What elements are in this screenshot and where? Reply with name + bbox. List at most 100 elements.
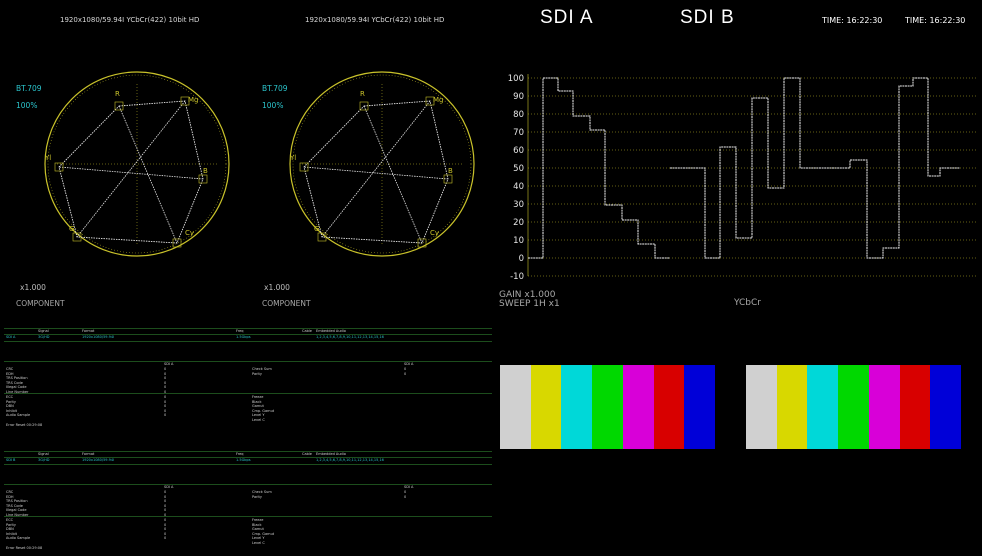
panel-left-value2: 0 bbox=[164, 395, 167, 399]
panel-rule bbox=[4, 464, 492, 465]
vector-label-yl: Yl bbox=[289, 154, 296, 162]
panel-freq: 1.5Gbps bbox=[236, 335, 251, 339]
vector-label-b: B bbox=[203, 167, 208, 175]
panel-right-item: Parity bbox=[252, 371, 262, 376]
panel-audio: 1,2,3,4,5,6,7,8,9,10,11,12,13,14,15,16 bbox=[316, 335, 384, 339]
panel-left-value2: 0 bbox=[164, 404, 167, 408]
waveform-scale-label: 20 bbox=[513, 218, 524, 228]
panel-right-value: 0 bbox=[404, 490, 407, 494]
panel-left-item: Illegal Code bbox=[6, 508, 27, 512]
panel-right-item: Check Sum bbox=[252, 490, 272, 494]
panel-left-item: TRS Position bbox=[6, 499, 28, 503]
panel-left-item: TRS Position bbox=[6, 376, 28, 380]
vector-label-g: G bbox=[314, 225, 319, 233]
format-label-left: 1920x1080/59.94I YCbCr(422) 10bit HD bbox=[60, 16, 200, 24]
vector-label-yl: Yl bbox=[44, 154, 51, 162]
waveform-scale-label: 80 bbox=[513, 110, 524, 120]
panel-col-title: SDI A bbox=[164, 485, 174, 489]
panel-left-value: 0 bbox=[164, 371, 167, 376]
sdi-a-title: SDI A bbox=[540, 7, 594, 28]
panel-right-item2: Black bbox=[252, 399, 262, 404]
panel-left-value2: 0 bbox=[164, 527, 167, 531]
waveform-scale-label: 50 bbox=[513, 164, 524, 174]
panel-left-value: 0 bbox=[164, 499, 167, 503]
panel-header-cell: Freq bbox=[236, 452, 244, 456]
panel-rule bbox=[4, 484, 492, 485]
vector-label-cy: Cy bbox=[430, 229, 439, 237]
waveform-display: 1009080706050403020100-10 bbox=[508, 74, 978, 282]
panel-rule bbox=[4, 328, 492, 329]
colorbar-4 bbox=[622, 365, 654, 449]
vector-label-g: G bbox=[69, 225, 74, 233]
panel-left-value: 0 bbox=[164, 385, 167, 389]
panel-right-item2: Black bbox=[252, 522, 262, 527]
waveform-scale-label: 0 bbox=[519, 254, 524, 264]
panel-left-item2: ECC bbox=[6, 395, 14, 399]
panel-col-title: SDI A bbox=[404, 362, 414, 366]
vector-label-mg: Mg bbox=[188, 96, 198, 104]
panel-left-item2: Audio Sample bbox=[6, 413, 31, 417]
panel-left-item2: DBN bbox=[6, 404, 14, 408]
panel-left-value2: 0 bbox=[164, 536, 167, 540]
panel-left-item: EDH bbox=[6, 494, 14, 499]
panel-rule bbox=[4, 361, 492, 362]
colorbar-6 bbox=[930, 365, 962, 449]
panel-right-item2: Freeze bbox=[252, 518, 264, 522]
panel-format: 1920x1080/59.94I bbox=[82, 335, 115, 339]
vectorscope-2-percent: 100% bbox=[262, 101, 284, 110]
waveform-scale-label: 100 bbox=[508, 74, 524, 84]
vectorscope-2-mode: COMPONENT bbox=[262, 299, 311, 308]
panel-left-value: 0 bbox=[164, 367, 167, 371]
panel-header-cell: Signal bbox=[38, 329, 49, 333]
panel-left-value: 0 bbox=[164, 494, 167, 499]
time-b: TIME: 16:22:30 bbox=[905, 16, 966, 25]
panel-header-cell: Embedded Audio bbox=[316, 329, 346, 333]
panel-left-value: 0 bbox=[164, 380, 167, 385]
colorbars-sdi-b bbox=[746, 365, 962, 449]
panel-rule bbox=[4, 451, 492, 452]
status-panel-sdi-b: Signal Format Freq Cable Embedded Audio SDI B… bbox=[4, 447, 494, 555]
panel-header-cell: Cable bbox=[302, 329, 312, 333]
colorbar-1 bbox=[530, 365, 562, 449]
waveform-colorspace: YCbCr bbox=[734, 298, 761, 308]
colorbar-5 bbox=[653, 365, 685, 449]
panel-left-value2: 0 bbox=[164, 413, 167, 417]
colorbar-4 bbox=[868, 365, 900, 449]
panel-footer: Error Reset 00:29:08 bbox=[6, 423, 43, 427]
panel-left-value: 0 bbox=[164, 503, 167, 508]
panel-left-item: TRS Code bbox=[6, 503, 23, 508]
panel-left-value2: 0 bbox=[164, 518, 167, 522]
panel-left-value: 0 bbox=[164, 490, 167, 494]
panel-rule bbox=[4, 341, 492, 342]
waveform-scale-label: 60 bbox=[513, 146, 524, 156]
colorbar-3 bbox=[838, 365, 869, 449]
panel-left-item2: DBN bbox=[6, 527, 14, 531]
panel-right-item: Check Sum bbox=[252, 367, 272, 371]
vectorscope-2-gain: x1.000 bbox=[264, 283, 290, 292]
panel-right-item2: Freeze bbox=[252, 395, 264, 399]
colorbars-sdi-a bbox=[500, 365, 716, 449]
vector-label-cy: Cy bbox=[185, 229, 194, 237]
panel-header-cell: Cable bbox=[302, 452, 312, 456]
panel-left-item2: Parity bbox=[6, 399, 16, 404]
panel-right-item2: Gamut bbox=[252, 404, 264, 408]
panel-left-item: TRS Code bbox=[6, 380, 23, 385]
panel-left-value: 0 bbox=[164, 376, 167, 380]
panel-left-value: 0 bbox=[164, 508, 167, 512]
vector-label-b: B bbox=[448, 167, 453, 175]
vector-label-mg: Mg bbox=[433, 96, 443, 104]
colorbar-2 bbox=[807, 365, 839, 449]
panel-left-value2: 0 bbox=[164, 522, 167, 527]
panel-signal: SDI A bbox=[6, 335, 16, 339]
panel-signal-type: 3G/HD bbox=[38, 335, 50, 339]
panel-left-item: CRC bbox=[6, 490, 14, 494]
panel-rule bbox=[4, 393, 492, 394]
colorbar-2 bbox=[561, 365, 593, 449]
waveform-scale-label: 30 bbox=[513, 200, 524, 210]
panel-left-item2: ECC bbox=[6, 518, 14, 522]
colorbar-1 bbox=[776, 365, 808, 449]
panel-col-title: SDI A bbox=[164, 362, 174, 366]
panel-header-cell: Signal bbox=[38, 452, 49, 456]
panel-right-item: Parity bbox=[252, 494, 262, 499]
status-panel-sdi-a: Signal Format Freq Cable Embedded Audio SDI A… bbox=[4, 324, 494, 432]
